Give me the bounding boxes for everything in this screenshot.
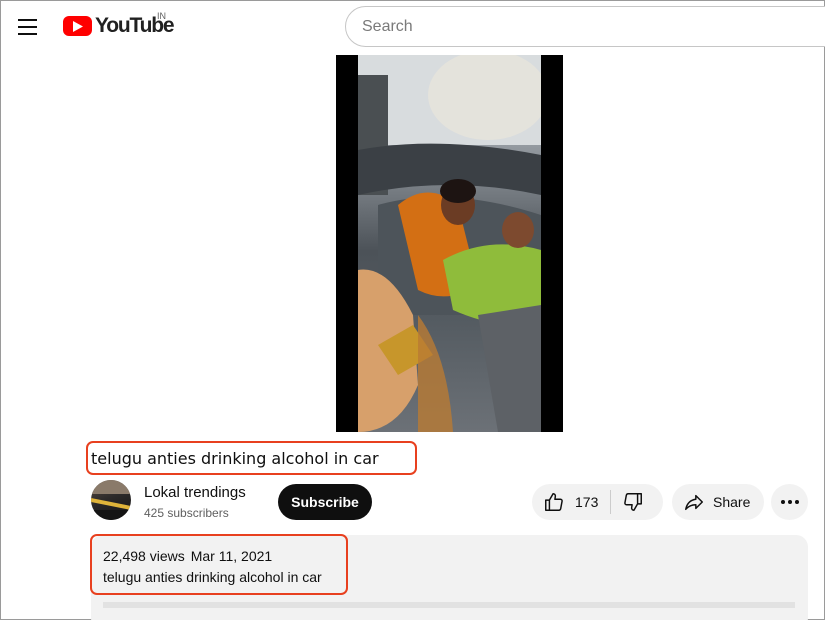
description-highlight-box [90, 534, 348, 595]
share-button[interactable]: Share [672, 484, 764, 520]
video-thumbnail-image [358, 55, 541, 432]
subscriber-count: 425 subscribers [144, 506, 229, 520]
youtube-play-icon [63, 16, 92, 36]
title-highlight-box [86, 441, 417, 475]
description-placeholder-bar [103, 602, 795, 608]
more-dot [794, 500, 799, 504]
channel-avatar[interactable] [91, 480, 131, 520]
more-horizontal-icon [780, 500, 785, 504]
share-arrow-icon [685, 494, 703, 511]
menu-icon[interactable] [12, 12, 42, 42]
region-code: IN [157, 11, 166, 21]
like-count: 173 [575, 494, 599, 510]
share-label: Share [713, 494, 751, 510]
subscribe-button[interactable]: Subscribe [278, 484, 372, 520]
video-player[interactable] [336, 55, 563, 432]
thumbs-down-icon [624, 493, 643, 511]
like-dislike-group: 173 [532, 484, 663, 520]
thumbs-up-icon [545, 493, 563, 511]
avatar-image [91, 480, 131, 520]
like-button[interactable]: 173 [532, 484, 610, 520]
more-actions-button[interactable] [771, 484, 808, 520]
video-frame [358, 55, 541, 432]
more-dot [787, 500, 792, 504]
dislike-button[interactable] [611, 484, 655, 520]
search-input[interactable] [345, 6, 825, 47]
channel-name[interactable]: Lokal trendings [144, 484, 246, 501]
